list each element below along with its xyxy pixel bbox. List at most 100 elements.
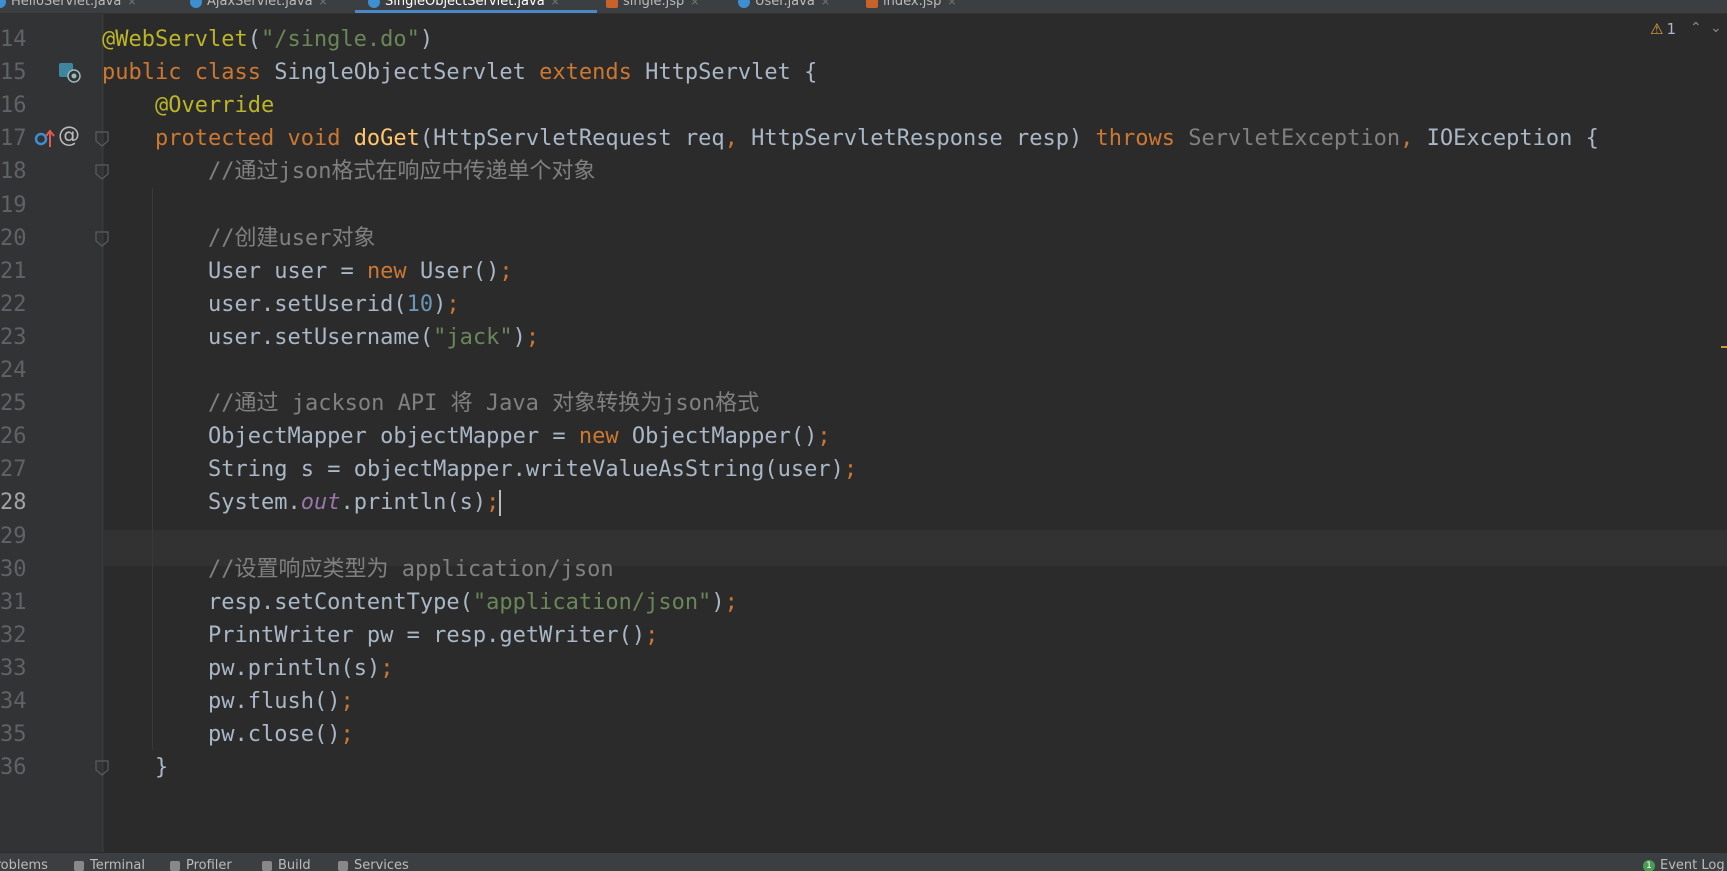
line-number: 22 xyxy=(0,287,26,323)
code-line[interactable]: PrintWriter pw = resp.getWriter(); xyxy=(102,618,658,654)
tool-window-label: Build xyxy=(278,858,311,871)
code-line[interactable]: System.out.println(s); xyxy=(102,485,501,521)
code-line[interactable]: ObjectMapper objectMapper = new ObjectMa… xyxy=(102,419,831,455)
tab-label: User.java xyxy=(755,0,815,9)
code-line[interactable]: pw.println(s); xyxy=(102,651,393,687)
tab-label: SingleObjectServlet.java xyxy=(385,0,545,9)
line-number: 30 xyxy=(0,552,26,588)
line-number: 34 xyxy=(0,684,26,720)
fold-marker-icon[interactable] xyxy=(95,164,109,184)
tool-window-bar: Problems Terminal Profiler Build Services 1 Ev… xyxy=(0,852,1727,871)
active-tab-indicator xyxy=(355,10,597,13)
line-number: 21 xyxy=(0,254,26,290)
code-line[interactable]: //设置响应类型为 application/json xyxy=(102,552,614,588)
fold-marker-icon[interactable] xyxy=(95,231,109,251)
tab-helloservlet-java[interactable]: HelloServlet.java × xyxy=(0,0,137,13)
line-number: 23 xyxy=(0,320,26,356)
close-icon[interactable]: × xyxy=(947,0,956,8)
override-method-icon[interactable] xyxy=(32,127,56,155)
tool-window-profiler[interactable]: Profiler xyxy=(170,858,232,871)
jsp-file-icon xyxy=(606,0,618,8)
code-line[interactable]: pw.close(); xyxy=(102,717,354,753)
line-number: 33 xyxy=(0,651,26,687)
annotation-at-icon[interactable]: @ xyxy=(58,123,80,148)
tool-window-label: Terminal xyxy=(90,858,145,871)
inspection-widget[interactable]: ⚠1 xyxy=(1650,20,1676,38)
terminal-icon xyxy=(74,861,84,871)
indent-guide xyxy=(152,188,153,751)
line-number: 26 xyxy=(0,419,26,455)
jsp-file-icon xyxy=(866,0,878,8)
warning-icon: ⚠ xyxy=(1650,20,1663,38)
java-class-icon xyxy=(738,0,750,8)
code-line[interactable]: //创建user对象 xyxy=(102,221,375,257)
code-line[interactable]: String s = objectMapper.writeValueAsStri… xyxy=(102,452,857,488)
tab-label: AjaxServlet.java xyxy=(207,0,313,9)
line-number: 32 xyxy=(0,618,26,654)
code-line[interactable]: protected void doGet(HttpServletRequest … xyxy=(102,121,1599,157)
code-line[interactable]: //通过json格式在响应中传递单个对象 xyxy=(102,154,595,190)
tab-label: single.jsp xyxy=(623,0,684,9)
line-number: 35 xyxy=(0,717,26,753)
tab-index-jsp[interactable]: index.jsp × xyxy=(866,0,957,13)
fold-marker-icon[interactable] xyxy=(95,131,109,151)
services-icon xyxy=(338,861,348,871)
code-line[interactable]: public class SingleObjectServlet extends… xyxy=(102,55,817,91)
line-number: 14 xyxy=(0,22,26,58)
servlet-mapping-icon[interactable] xyxy=(57,61,83,87)
line-number: 36 xyxy=(0,750,26,786)
warning-count: 1 xyxy=(1666,20,1676,38)
code-line[interactable]: @WebServlet("/single.do") xyxy=(102,22,433,58)
close-icon[interactable]: × xyxy=(821,0,830,8)
close-icon[interactable]: × xyxy=(127,0,136,8)
line-number: 25 xyxy=(0,386,26,422)
code-line[interactable]: user.setUsername("jack"); xyxy=(102,320,539,356)
close-icon[interactable]: × xyxy=(690,0,699,8)
close-icon[interactable]: × xyxy=(319,0,328,8)
code-line[interactable]: resp.setContentType("application/json"); xyxy=(102,585,738,621)
tab-label: HelloServlet.java xyxy=(11,0,121,9)
code-line[interactable]: @Override xyxy=(102,88,274,124)
line-number: 18 xyxy=(0,154,26,190)
tool-window-terminal[interactable]: Terminal xyxy=(74,858,145,871)
tab-single-jsp[interactable]: single.jsp × xyxy=(606,0,699,13)
java-class-icon xyxy=(190,0,202,8)
event-count-badge: 1 xyxy=(1643,860,1655,871)
code-line[interactable]: //通过 jackson API 将 Java 对象转换为json格式 xyxy=(102,386,759,422)
line-number: 16 xyxy=(0,88,26,124)
next-highlight-icon[interactable]: ⌄ xyxy=(1710,20,1722,36)
line-number: 15 xyxy=(0,55,26,91)
tab-user-java[interactable]: User.java × xyxy=(738,0,830,13)
text-caret xyxy=(499,490,501,516)
fold-marker-icon[interactable] xyxy=(95,760,109,780)
tool-window-label: Profiler xyxy=(186,858,232,871)
tab-label: index.jsp xyxy=(883,0,941,9)
java-class-icon xyxy=(0,0,6,8)
tab-ajaxservlet-java[interactable]: AjaxServlet.java × xyxy=(190,0,328,13)
line-number: 31 xyxy=(0,585,26,621)
tool-window-label: Services xyxy=(354,858,409,871)
build-icon xyxy=(262,861,272,871)
event-log-label: Event Log xyxy=(1660,858,1725,871)
line-number: 20 xyxy=(0,221,26,257)
line-number: 19 xyxy=(0,188,26,224)
code-line[interactable]: } xyxy=(102,750,168,786)
line-number: 27 xyxy=(0,452,26,488)
tool-window-problems[interactable]: Problems xyxy=(0,858,48,871)
line-number: 24 xyxy=(0,353,26,389)
editor-tab-bar: HelloServlet.java × AjaxServlet.java × Singl… xyxy=(0,0,1727,14)
previous-highlight-icon[interactable]: ⌃ xyxy=(1690,20,1702,36)
code-line[interactable]: pw.flush(); xyxy=(102,684,354,720)
code-line[interactable]: user.setUserid(10); xyxy=(102,287,460,323)
tool-window-build[interactable]: Build xyxy=(262,858,311,871)
line-number: 28 xyxy=(0,485,26,521)
close-icon[interactable]: × xyxy=(551,0,560,8)
tool-window-services[interactable]: Services xyxy=(338,858,409,871)
profiler-icon xyxy=(170,861,180,871)
code-line[interactable]: User user = new User(); xyxy=(102,254,513,290)
line-number: 29 xyxy=(0,519,26,555)
line-number: 17 xyxy=(0,121,26,157)
event-log-button[interactable]: 1 Event Log xyxy=(1643,858,1725,871)
java-class-icon xyxy=(368,0,380,8)
warning-stripe-marker[interactable] xyxy=(1721,346,1727,348)
